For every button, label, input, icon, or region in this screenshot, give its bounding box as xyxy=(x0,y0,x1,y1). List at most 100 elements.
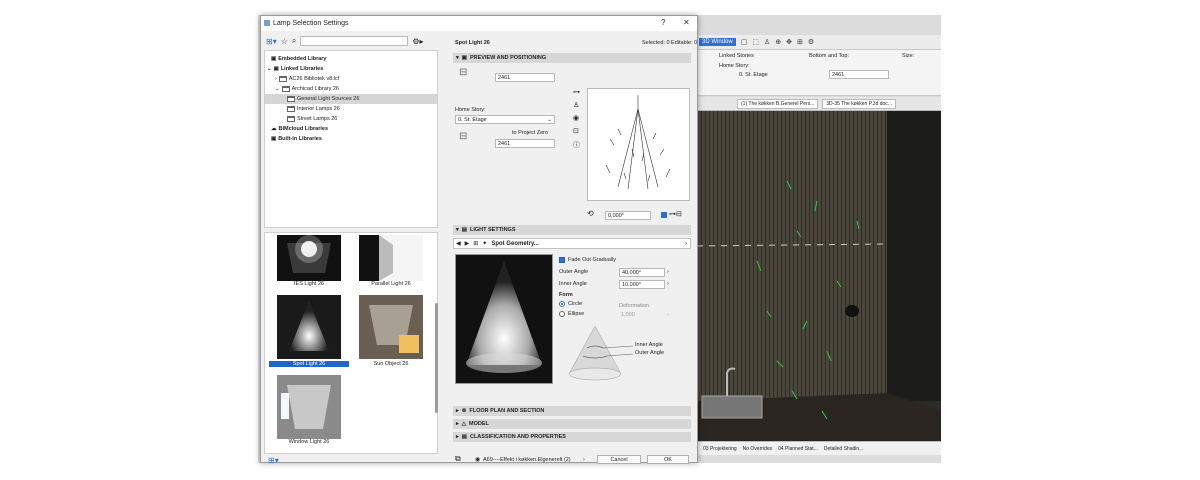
3d-viewport[interactable] xyxy=(697,111,941,441)
classification-icon: ▤ xyxy=(461,434,467,440)
walk-icon[interactable]: ♙ xyxy=(764,38,770,46)
mirror-icon[interactable]: ⊶⊟ xyxy=(669,210,682,218)
3d-view-icon[interactable]: ◉ xyxy=(573,114,580,122)
library-footer-icon[interactable]: ⊞▾ xyxy=(268,456,279,465)
settings-panel: Spot Light 26 Selected: 0 Editable: 0 ▾ … xyxy=(449,32,697,464)
3d-scene xyxy=(697,111,941,441)
favorites-star-icon[interactable]: ☆ xyxy=(281,37,288,46)
tree-item-archicad-library[interactable]: ⌄ Archicad Library 26 xyxy=(275,84,339,94)
search-input[interactable] xyxy=(300,36,409,46)
home-story-select[interactable]: 0. St. Etage ⌄ xyxy=(455,115,555,124)
visibility-eye-icon[interactable]: ◉ xyxy=(475,456,480,463)
layer-value[interactable]: A69----Effekt i køkken.Elgenerelt (2) xyxy=(483,457,571,463)
inner-angle-label: Inner Angle xyxy=(559,281,587,287)
page-list-icon[interactable]: ⊞ xyxy=(473,240,478,247)
chevron-down-icon[interactable]: ⌄ xyxy=(275,86,280,92)
deformation-value: 1,000 xyxy=(621,312,635,318)
classification-section-header[interactable]: ▸ ▤ CLASSIFICATION AND PROPERTIES xyxy=(453,432,691,442)
tree-item-label: BIMcloud Libraries xyxy=(278,126,329,132)
bg-status-1[interactable]: 03 Projektering xyxy=(703,446,737,452)
tree-item-linked-libraries[interactable]: ⌄ ▣ Linked Libraries xyxy=(267,64,323,74)
section-title: FLOOR PLAN AND SECTION xyxy=(469,408,545,414)
model-section-header[interactable]: ▸ △ MODEL xyxy=(453,419,691,429)
chevron-right-icon[interactable]: › xyxy=(275,76,277,82)
navigate-icon[interactable]: ✥ xyxy=(786,38,792,46)
section-view-icon[interactable]: ⊡ xyxy=(573,127,580,135)
view-mode-icon[interactable]: ⊶ xyxy=(573,88,580,96)
top-elevation-field[interactable]: 2461 xyxy=(495,73,555,82)
floor-plan-section-header[interactable]: ▸ ⊗ FLOOR PLAN AND SECTION xyxy=(453,406,691,416)
tree-item-interior-lamps[interactable]: Interior Lamps 26 xyxy=(287,104,340,114)
thumbnail-ies-light[interactable] xyxy=(277,235,341,283)
cancel-button[interactable]: Cancel xyxy=(597,455,641,464)
to-project-zero-label[interactable]: to Project Zero xyxy=(512,130,548,136)
cloud-icon: ☁ xyxy=(271,126,277,132)
cube-icon[interactable]: ⬚ xyxy=(752,38,759,46)
chevron-down-icon[interactable]: ⌄ xyxy=(267,66,272,72)
ellipse-radio[interactable]: Ellipse xyxy=(559,311,584,317)
bg-status-2[interactable]: No Overrides xyxy=(743,446,772,452)
help-button[interactable]: ? xyxy=(661,18,665,27)
preview-color-swatch[interactable] xyxy=(661,212,667,218)
bg-status-4[interactable]: Detailed Shadin... xyxy=(824,446,863,452)
outer-angle-field[interactable]: 40,000° xyxy=(619,268,665,277)
tree-item-label: Interior Lamps 26 xyxy=(297,106,340,112)
chevron-right-icon[interactable]: › xyxy=(583,457,585,463)
info-icon[interactable]: ⓘ xyxy=(573,140,580,150)
library-icon: ▣ xyxy=(271,136,277,142)
gear-icon[interactable]: ⚙▸ xyxy=(412,37,423,46)
page-name[interactable]: Spot Geometry... xyxy=(491,241,539,247)
form-label: Form xyxy=(559,292,573,298)
settings-icon[interactable]: ⚙ xyxy=(808,38,814,46)
circle-radio[interactable]: Circle xyxy=(559,301,582,307)
thumbnail-window-light[interactable] xyxy=(277,375,341,439)
preview-section-header[interactable]: ▾ ▣ PREVIEW AND POSITIONING xyxy=(453,53,691,63)
chevron-right-icon[interactable]: › xyxy=(685,241,687,247)
close-button[interactable]: ✕ xyxy=(683,18,690,27)
tree-item-street-lamps[interactable]: Street Lamps 26 xyxy=(287,114,337,124)
floor-plan-icon: ⊗ xyxy=(461,408,467,414)
person-icon[interactable]: ♙ xyxy=(573,101,580,109)
thumbnail-spot-light[interactable] xyxy=(277,295,341,359)
chevron-right-icon: ▸ xyxy=(456,421,459,427)
view-icon[interactable]: ▢ xyxy=(741,38,748,46)
orbit-icon[interactable]: ⊕ xyxy=(775,38,781,46)
next-page-icon[interactable]: ▶ xyxy=(465,240,470,247)
checkbox-checked[interactable] xyxy=(559,257,565,263)
ok-button[interactable]: OK xyxy=(647,455,689,464)
bottom-elevation-field[interactable]: 2461 xyxy=(495,139,555,148)
spot-light-preview xyxy=(277,295,341,359)
bg-tab-1[interactable]: (1) The køkken B.Generel Pers... xyxy=(737,98,819,109)
radio-unselected[interactable] xyxy=(559,311,565,317)
3d-preview-box[interactable] xyxy=(587,88,690,201)
light-section-header[interactable]: ▾ ▤ LIGHT SETTINGS xyxy=(453,225,691,235)
fade-out-checkbox[interactable]: Fade Out Gradually xyxy=(559,257,616,263)
radio-selected[interactable] xyxy=(559,301,565,307)
tree-item-embedded-library[interactable]: ▣ Embedded Library xyxy=(271,54,327,64)
thumbnail-sun-object[interactable] xyxy=(359,295,423,359)
rotation-angle-field[interactable]: 0,000° xyxy=(605,211,651,220)
bg-elevation-field[interactable]: 2461 xyxy=(829,70,889,79)
tree-item-ac26-bibliotek[interactable]: › AC26 Bibliotek v8.lcf xyxy=(275,74,339,84)
prev-page-icon[interactable]: ◀ xyxy=(456,240,461,247)
bg-tab-2[interactable]: 3D-35 The køkken P.3d doc... xyxy=(822,98,896,109)
library-manager-icon[interactable]: ⊞▾ xyxy=(266,37,277,46)
zoom-icon[interactable]: ⊞ xyxy=(797,38,803,46)
bg-status-3[interactable]: 04 Planned Stat... xyxy=(778,446,818,452)
object-name: Spot Light 26 xyxy=(455,40,490,46)
tree-item-bimcloud-libraries[interactable]: ☁ BIMcloud Libraries xyxy=(271,124,328,134)
thumbnail-scrollbar[interactable] xyxy=(435,303,438,413)
thumbnail-parallel-light[interactable] xyxy=(359,235,423,283)
bg-tab-bar: (1) The køkken B.Generel Pers... 3D-35 T… xyxy=(697,97,941,111)
title-bar: Lamp Selection Settings ? ✕ xyxy=(261,16,697,31)
search-icon[interactable]: ⌕ xyxy=(292,36,296,46)
preview-icon: ▣ xyxy=(461,55,467,61)
library-tree: ▣ Embedded Library ⌄ ▣ Linked Libraries … xyxy=(264,50,438,228)
bg-bottom-top: Bottom and Top: xyxy=(809,53,849,59)
chevron-right-icon[interactable]: › xyxy=(667,281,669,287)
3d-window-button[interactable]: 3D Window xyxy=(699,38,736,46)
chevron-right-icon[interactable]: › xyxy=(667,269,669,275)
tree-item-general-light-sources[interactable]: General Light Sources 26 xyxy=(265,94,437,104)
inner-angle-field[interactable]: 10,000° xyxy=(619,280,665,289)
tree-item-built-in-libraries[interactable]: ▣ Built-in Libraries xyxy=(271,134,322,144)
